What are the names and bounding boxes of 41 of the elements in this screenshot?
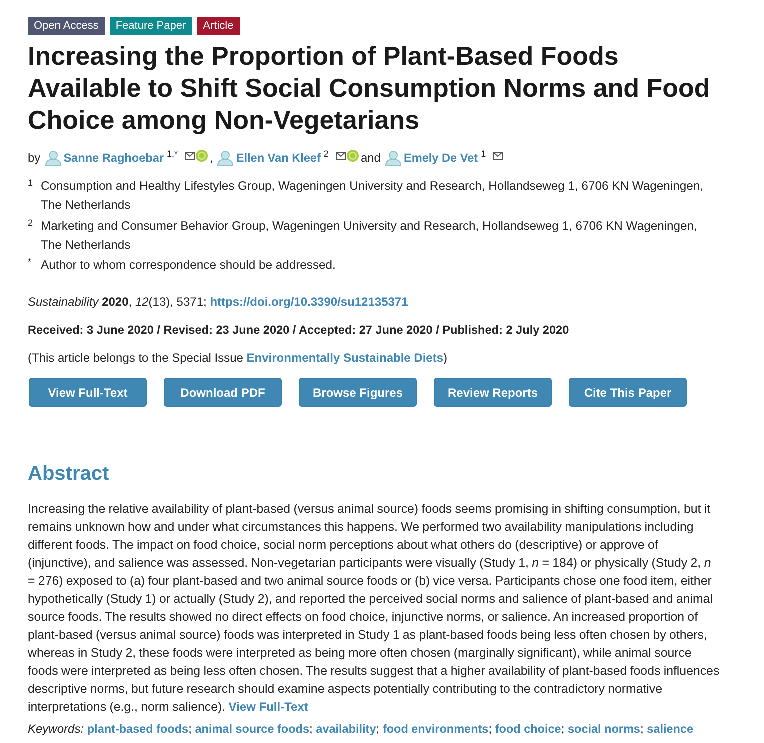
person-icon [217, 150, 234, 166]
person-icon [384, 150, 401, 166]
affiliation-marker: 1 [28, 177, 34, 189]
envelope-icon[interactable] [336, 152, 346, 160]
envelope-icon[interactable] [493, 152, 504, 160]
affiliation-text: Consumption and Healthy Lifestyles Group, Wageningen University and Research, Hollandseweg 1, 6706 KN Wageningen, The Netherlands [41, 178, 704, 214]
keyword-link[interactable]: availability [316, 723, 376, 736]
doi-link[interactable]: https://doi.org/10.3390/su12135371 [210, 295, 408, 309]
article-badge: Open Access [28, 17, 105, 35]
person-icon [44, 150, 61, 166]
publication-dates: Received: 3 June 2020 / Revised: 23 June 2020 / Accepted: 27 June 2020 / Published: 2 July 2020 [28, 322, 570, 339]
keyword-link[interactable]: social norms [568, 723, 640, 736]
author-byline: by Sanne Raghoebar $^{1,*}$ , Ellen Van Kleef $^{2}$ and Emely De Vet $^{1}$ [28, 149, 720, 167]
affiliation-marker: 2 [28, 216, 34, 228]
author-link[interactable]: Sanne Raghoebar [64, 151, 164, 165]
keyword-link[interactable]: plant-based foods [87, 723, 189, 736]
action-button[interactable]: Review Reports [434, 378, 552, 407]
abstract-text: Increasing the relative availability of plant-based (versus animal source) foods seems promising in shifting consumption, but it remains unknown how and under what circumstances this happens. We performed two availability manipulations including different foods. The impact on food choice, social norm perceptions about what others do (descriptive) or approve of (injunctive), and salience was assessed. Non-vegetarian participants were visually (Study 1, n = 184) or physically (Study 2, n = 276) exposed to (a) four plant-based and two animal source foods or (b) vice versa. Participants chose one food item, either hypothetically (Study 1) or actually (Study 2), and reported the perceived social norms and salience of plant-based and animal source foods. The results showed no direct effects on food choice, injunctive norms, or salience. An increased proportion of plant-based (versus animal source) foods was interpreted in Study 1 as plant-based foods being less often chosen by others, whereas in Study 2, these foods were interpreted as being more often chosen (marginally significant), while animal source foods were interpreted as being less often chosen. The results suggest that a higher availability of plant-based foods influences descriptive norms, but future research should examine aspects potentially contributing to the contradictory normative interpretations (e.g., norm salience). View Full-Text [28, 501, 720, 716]
article-badge: Feature Paper [110, 17, 192, 35]
citation-text: Sustainability 2020, 12(13), 5371; https://doi.org/10.3390/su12135371 [28, 294, 410, 311]
keyword-link[interactable]: food choice [495, 723, 562, 736]
view-full-text-link[interactable]: View Full-Text [228, 700, 308, 714]
special-issue-note: (This article belongs to the Special Issue Environmentally Sustainable Diets) [28, 350, 449, 367]
article-badge: Article [197, 17, 240, 35]
action-button[interactable]: View Full-Text [29, 378, 147, 407]
special-issue-link[interactable]: Environmentally Sustainable Diets [246, 351, 444, 365]
keyword-link[interactable]: food environments [382, 723, 489, 736]
action-button[interactable]: Cite This Paper [569, 378, 687, 407]
keyword-link[interactable]: salience [647, 723, 694, 736]
abstract-heading: Abstract [28, 462, 110, 486]
affiliation-marker: * [28, 256, 33, 268]
action-button[interactable]: Download PDF [164, 378, 282, 407]
action-button[interactable]: Browse Figures [299, 378, 417, 407]
keyword-link[interactable]: animal source foods [195, 723, 310, 736]
article-title: Increasing the Proportion of Plant-Based Foods Available to Shift Social Consumption Norms and Food Choice among Non-Vegetarians [28, 40, 712, 136]
envelope-icon[interactable] [185, 152, 195, 160]
affiliation-text: Marketing and Consumer Behavior Group, Wageningen University and Research, Hollandseweg 1, 6706 KN Wageningen, The Netherlands [41, 218, 698, 254]
keywords-line: Keywords: plant-based foods; animal source foods; availability; food environments; food choice; social norms; salience [28, 721, 695, 738]
author-link[interactable]: Ellen Van Kleef [236, 151, 321, 165]
affiliation-text: Author to whom correspondence should be addressed. [41, 257, 337, 274]
author-link[interactable]: Emely De Vet [404, 151, 478, 165]
